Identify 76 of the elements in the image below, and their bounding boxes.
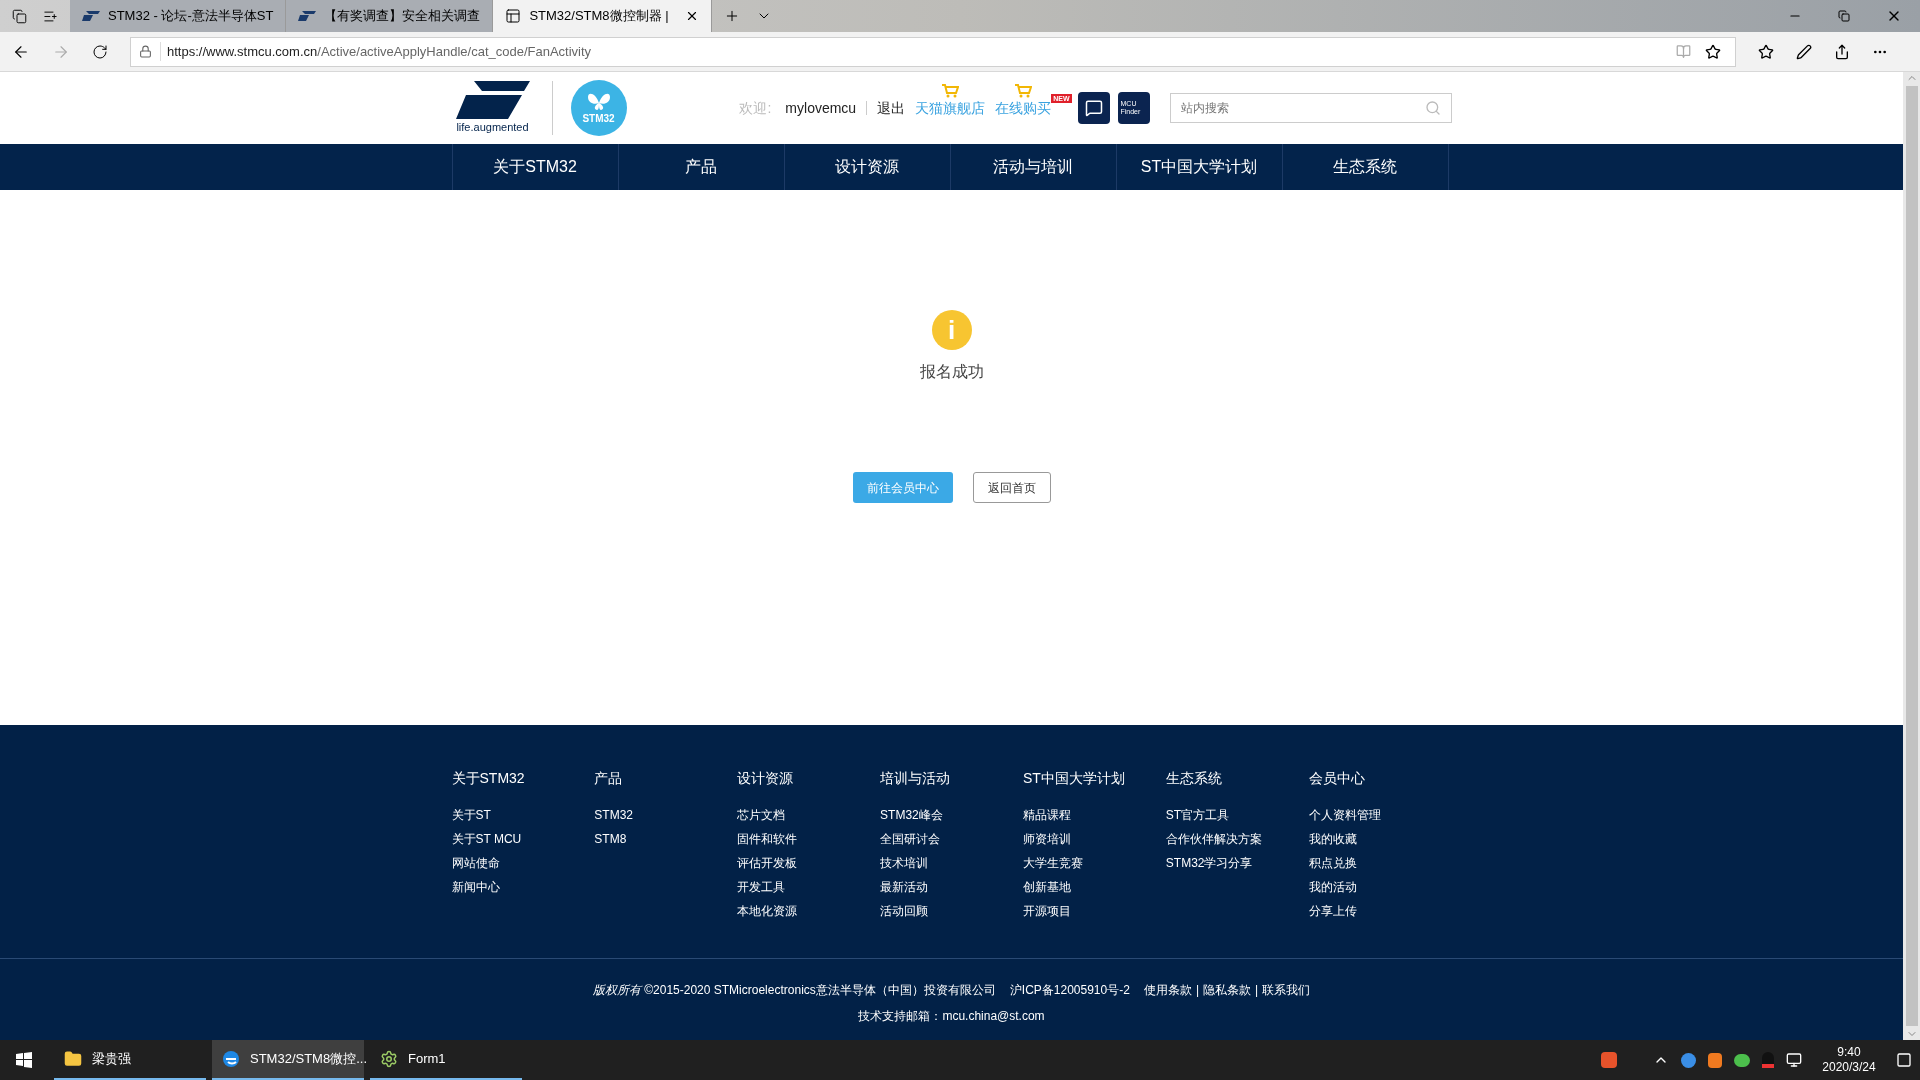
taskbar-item[interactable]: 梁贵强	[54, 1040, 206, 1080]
browser-tab[interactable]: STM32/STM8微控制器 |	[493, 0, 712, 32]
welcome-label: 欢迎:	[739, 98, 772, 118]
separator: |	[1255, 982, 1259, 999]
legal-link[interactable]: 联系我们	[1262, 981, 1311, 999]
tab-title: STM32 - 论坛-意法半导体ST	[108, 7, 274, 26]
tab-title: 【有奖调查】安全相关调查	[324, 7, 481, 26]
taskbar-item[interactable]: STM32/STM8微控...	[212, 1040, 364, 1080]
logout-link[interactable]: 退出	[877, 97, 906, 119]
support-email: 技术支持邮箱：mcu.china@st.com	[858, 1008, 1045, 1025]
legal-link[interactable]: 使用条款	[1143, 981, 1192, 999]
footer-link[interactable]: ST官方工具	[1165, 803, 1309, 827]
nav-item[interactable]: ST中国大学计划	[1116, 144, 1283, 190]
info-icon: i	[931, 310, 972, 350]
footer-heading: 设计资源	[737, 769, 795, 788]
nav-item[interactable]: 设计资源	[784, 144, 951, 190]
footer-link[interactable]: 评估开发板	[737, 851, 881, 875]
username-link[interactable]: mylovemcu	[785, 97, 857, 119]
footer-heading: 关于STM32	[451, 769, 526, 788]
footer-link[interactable]: 关于ST MCU	[451, 827, 595, 851]
logo-text: STM32	[582, 111, 615, 126]
footer-heading: 产品	[594, 769, 624, 788]
separator: |	[1195, 982, 1199, 999]
footer-link[interactable]: 大学生竞赛	[1022, 851, 1166, 875]
footer-link[interactable]: 本地化资源	[737, 899, 881, 923]
footer-heading: 会员中心	[1308, 769, 1366, 788]
nav-item[interactable]: 产品	[618, 144, 785, 190]
taskbar-label: Form1	[408, 1050, 446, 1069]
footer-link[interactable]: 我的收藏	[1308, 827, 1452, 851]
footer-link[interactable]: 开源项目	[1022, 899, 1166, 923]
footer-link[interactable]: STM32	[594, 803, 738, 827]
footer-heading: ST中国大学计划	[1022, 769, 1126, 788]
footer-link[interactable]: 我的活动	[1308, 875, 1452, 899]
status-message: 报名成功	[919, 362, 984, 382]
footer-link[interactable]: 合作伙伴解决方案	[1165, 827, 1309, 851]
browser-tab[interactable]: 【有奖调查】安全相关调查	[286, 0, 494, 32]
address-field[interactable]: https://www.stmcu.com.cn/Active/activeApplyHandle/cat_code/FanActivity	[130, 36, 1736, 67]
browser-tab[interactable]: STM32 - 论坛-意法半导体ST	[70, 0, 287, 32]
footer-link[interactable]: 创新基地	[1022, 875, 1166, 899]
footer-link[interactable]: STM32峰会	[880, 803, 1023, 827]
clock-date[interactable]: 2020/3/24	[1822, 1060, 1876, 1075]
search-field[interactable]: 站内搜索	[1169, 93, 1452, 123]
icp-text: 沪ICP备12005910号-2	[1009, 982, 1130, 999]
footer-link[interactable]: 固件和软件	[737, 827, 881, 851]
home-button[interactable]: 返回首页	[972, 472, 1051, 503]
taskbar-label: 梁贵强	[92, 1050, 131, 1069]
copyright-text: 版权所有 ©2015-2020 STMicroelectronics意法半导体（中国）投资有限公司	[592, 982, 996, 999]
nav-item[interactable]: 关于STM32	[452, 144, 619, 190]
footer-heading: 培训与活动	[880, 769, 952, 788]
footer-link[interactable]: 开发工具	[737, 875, 881, 899]
footer-link[interactable]: STM8	[594, 827, 738, 851]
logo-tagline: life.augmented	[456, 119, 529, 135]
footer-link[interactable]: 技术培训	[880, 851, 1023, 875]
footer-heading: 生态系统	[1165, 769, 1223, 788]
search-input[interactable]: 站内搜索	[1180, 99, 1425, 117]
footer-link[interactable]: 活动回顾	[880, 899, 1023, 923]
footer-link[interactable]: 精品课程	[1022, 803, 1166, 827]
clock-time[interactable]: 9:40	[1837, 1045, 1861, 1060]
footer-link[interactable]: 个人资料管理	[1308, 803, 1452, 827]
company-logo[interactable]: life.augmented	[451, 80, 534, 136]
footer-link[interactable]: 芯片文档	[737, 803, 881, 827]
legal-link[interactable]: 隐私条款	[1203, 981, 1251, 999]
footer-link[interactable]: 网站使命	[451, 851, 595, 875]
nav-item[interactable]: 生态系统	[1282, 144, 1449, 190]
footer-link[interactable]: STM32学习分享	[1165, 851, 1309, 875]
footer-link[interactable]: 积点兑换	[1308, 851, 1452, 875]
footer-link[interactable]: 新闻中心	[451, 875, 595, 899]
footer-link[interactable]: 分享上传	[1308, 899, 1452, 923]
footer-link[interactable]: 关于ST	[451, 803, 595, 827]
taskbar-item[interactable]: Form1	[370, 1040, 522, 1080]
tab-title: STM32/STM8微控制器 |	[529, 7, 669, 26]
footer-link[interactable]: 全国研讨会	[880, 827, 1023, 851]
footer-link[interactable]: 师资培训	[1022, 827, 1166, 851]
footer-link[interactable]: 最新活动	[880, 875, 1023, 899]
nav-item[interactable]: 活动与培训	[950, 144, 1117, 190]
url-text: https://www.stmcu.com.cn/Active/activeApplyHandle/cat_code/FanActivity	[160, 41, 592, 62]
